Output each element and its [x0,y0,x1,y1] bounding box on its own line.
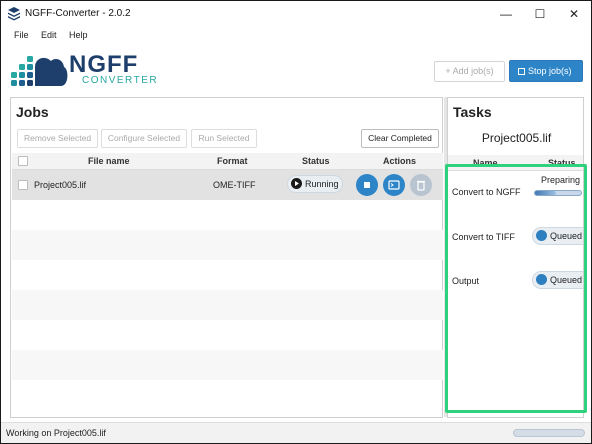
jobs-panel: Jobs Remove Selected Configure Selected … [10,97,443,418]
select-all-checkbox[interactable] [18,156,28,166]
stop-jobs-button[interactable]: Stop job(s) [509,60,583,82]
tasks-table-header: Name Status [448,155,583,171]
row-format: OME-TIFF [213,180,256,190]
col-actions: Actions [383,156,417,166]
col-task-status: Status [548,158,576,168]
window-title: NGFF-Converter - 2.0.2 [25,8,131,19]
app-layers-icon [8,7,20,21]
menu-edit[interactable]: Edit [41,30,57,40]
status-badge: Running [287,175,343,193]
delete-job-button[interactable] [410,174,432,196]
task-status-badge: Queued [532,227,583,245]
status-text: Working on Project005.lif [6,428,106,438]
minimize-button[interactable]: — [489,1,523,27]
col-task-name: Name [473,158,498,168]
maximize-button[interactable]: ☐ [523,1,557,27]
queued-dot-icon [536,274,547,285]
task-status-label: Queued [550,275,583,285]
empty-row [12,290,443,320]
configure-selected-button[interactable]: Configure Selected [101,129,187,148]
run-selected-button[interactable]: Run Selected [191,129,257,148]
close-button[interactable]: ✕ [557,1,591,27]
app-window: NGFF-Converter - 2.0.2 — ☐ ✕ File Edit H… [0,0,592,444]
logo-text-converter: CONVERTER [82,75,159,86]
stop-square-icon [518,68,525,75]
col-format: Format [217,156,248,166]
view-log-button[interactable] [383,174,405,196]
menu-file[interactable]: File [14,30,29,40]
tasks-panel: Tasks Project005.lif Name Status Convert… [447,97,584,418]
status-progress-bar [513,429,585,437]
clear-completed-button[interactable]: Clear Completed [361,129,439,148]
remove-selected-button[interactable]: Remove Selected [17,129,98,148]
stop-icon [364,182,370,188]
tasks-file-name: Project005.lif [481,131,552,145]
task-status-preparing: Preparing [541,175,581,185]
task-status-label: Queued [550,231,583,241]
tasks-title: Tasks [453,104,492,120]
status-bar: Working on Project005.lif [1,422,591,443]
row-checkbox[interactable] [18,180,28,190]
play-icon [291,178,302,189]
terminal-icon [388,180,400,190]
ngff-logo: NGFF CONVERTER [11,51,171,89]
title-bar: NGFF-Converter - 2.0.2 — ☐ ✕ [1,1,591,27]
col-file-name: File name [88,156,130,166]
task-output: Output [452,276,480,286]
task-convert-tiff: Convert to TIFF [452,232,515,242]
table-row[interactable]: Project005.lif OME-TIFF Running [12,170,443,200]
task-status-badge: Queued [532,271,583,289]
jobs-table-header: File name Format Status Actions [12,153,443,170]
jobs-title: Jobs [16,104,49,120]
stop-jobs-label: Stop job(s) [528,66,572,76]
col-status: Status [302,156,330,166]
empty-row [12,230,443,260]
queued-dot-icon [536,230,547,241]
logo-dots-icon [11,56,68,86]
trash-icon [417,180,425,191]
menu-bar: File Edit Help [1,27,591,44]
task-progress-bar [534,190,582,196]
task-convert-ngff: Convert to NGFF [452,187,521,197]
add-jobs-button[interactable]: + Add job(s) [434,61,505,82]
row-status-label: Running [305,179,339,189]
empty-row [12,350,443,380]
stop-job-button[interactable] [356,174,378,196]
menu-help[interactable]: Help [69,30,88,40]
row-file-name: Project005.lif [34,180,87,190]
